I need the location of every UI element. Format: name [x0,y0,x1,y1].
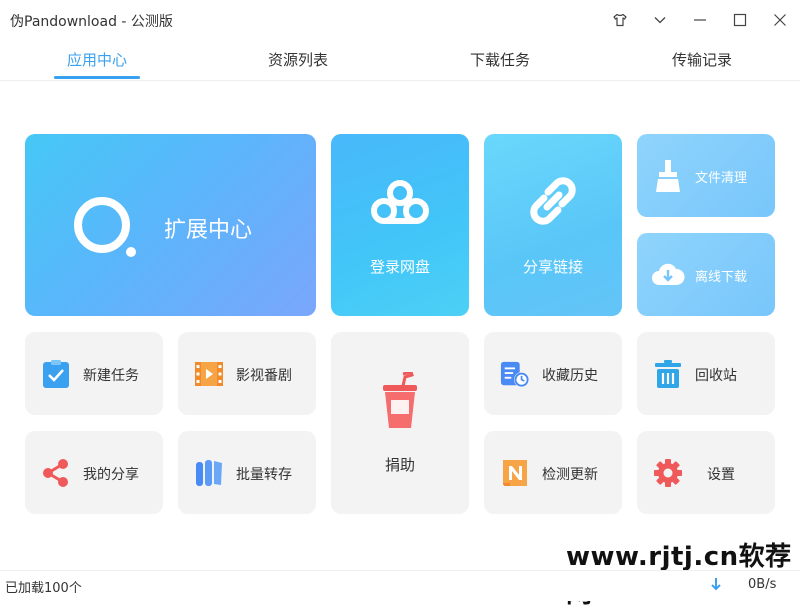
broom-icon [656,160,680,192]
gear-icon [654,459,682,487]
tab-transfer-records[interactable]: 传输记录 [654,40,750,80]
tab-resource-list[interactable]: 资源列表 [250,40,346,80]
tab-app-center[interactable]: 应用中心 [54,40,140,80]
settings-tile[interactable]: 设置 [637,431,775,514]
offline-download-label: 离线下载 [695,270,748,285]
login-cloud-tile[interactable]: 登录网盘 [331,134,469,316]
batch-save-tile[interactable]: 批量转存 [178,431,316,514]
video-series-label: 影视番剧 [236,368,292,384]
login-cloud-label: 登录网盘 [369,258,430,276]
drink-cup-icon [383,372,417,428]
file-clean-tile[interactable]: 文件清理 [637,134,775,217]
film-play-icon [195,362,223,386]
close-button[interactable] [768,8,792,32]
minimize-button[interactable] [688,8,712,32]
maximize-icon [733,13,747,27]
favorite-history-label: 收藏历史 [542,368,598,384]
skin-button[interactable] [608,8,632,32]
main-tabs: 应用中心 资源列表 下载任务 传输记录 [0,40,800,81]
tab-download-tasks[interactable]: 下载任务 [452,40,548,80]
my-share-tile[interactable]: 我的分享 [25,431,163,514]
donate-tile[interactable]: 捐助 [331,332,469,514]
favorite-history-tile[interactable]: 收藏历史 [484,332,622,415]
cloud-download-icon [652,263,685,285]
batch-files-icon [196,460,222,486]
share-icon [43,459,68,487]
check-update-tile[interactable]: 检测更新 [484,431,622,514]
title-bar: 伪Pandownload - 公测版 [0,0,800,40]
extension-center-tile[interactable]: 扩展中心 [25,134,316,316]
minimize-icon [694,19,706,21]
offline-download-tile[interactable]: 离线下载 [637,233,775,316]
extension-center-label: 扩展中心 [164,218,253,243]
close-icon [774,14,786,26]
recycle-bin-tile[interactable]: 回收站 [637,332,775,415]
link-icon [530,177,576,225]
batch-save-label: 批量转存 [236,467,292,483]
download-speed: 0B/s [748,577,777,592]
donate-label: 捐助 [384,456,415,474]
share-link-tile[interactable]: 分享链接 [484,134,622,316]
history-list-icon [500,361,530,388]
my-share-label: 我的分享 [83,467,139,483]
menu-dropdown-button[interactable] [648,8,672,32]
window-title: 伪Pandownload - 公测版 [10,14,173,30]
settings-label: 设置 [707,467,735,483]
download-arrow-icon [711,578,721,591]
active-tab-indicator [54,76,140,79]
baidu-cloud-icon [371,180,429,224]
maximize-button[interactable] [728,8,752,32]
new-task-label: 新建任务 [83,368,139,384]
recycle-bin-label: 回收站 [695,368,737,384]
status-bar: 已加载100个 0B/s [0,570,800,601]
check-update-label: 检测更新 [542,467,598,483]
new-task-tile[interactable]: 新建任务 [25,332,163,415]
new-badge-icon [503,460,527,486]
clipboard-check-icon [43,360,69,388]
loaded-count: 已加载100个 [5,581,82,596]
video-series-tile[interactable]: 影视番剧 [178,332,316,415]
tshirt-icon [613,13,627,27]
trash-icon [655,360,681,388]
share-link-label: 分享链接 [522,258,583,276]
chevron-down-icon [654,17,666,24]
search-circle-icon [74,197,136,257]
file-clean-label: 文件清理 [695,171,748,186]
